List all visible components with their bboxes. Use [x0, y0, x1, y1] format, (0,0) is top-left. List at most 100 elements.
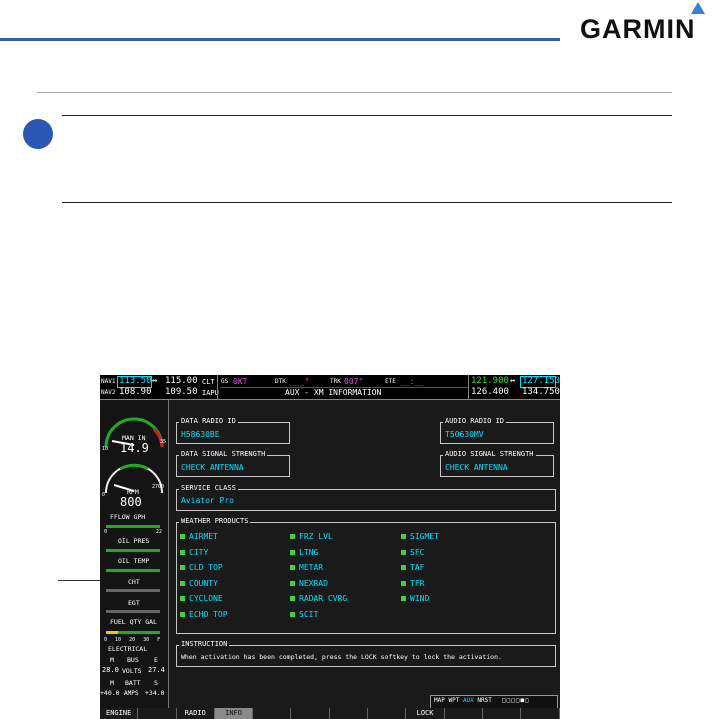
weather-product-item: CITY	[189, 547, 209, 557]
weather-product-item: SIGMET	[410, 532, 439, 541]
gs-label: GS	[221, 378, 229, 385]
instruction-text: When activation has been completed, pres…	[181, 653, 502, 661]
man-in-value: 14.9	[120, 441, 149, 455]
egt-label: EGT	[128, 599, 140, 607]
ete-value: __:__	[400, 377, 425, 386]
data-radio-id-label: DATA RADIO ID	[179, 417, 238, 425]
weather-product-item: CYCLONE	[189, 594, 223, 603]
nav2-label: NAV2	[101, 389, 116, 396]
weather-product-item: SFC	[410, 547, 425, 557]
weather-product-item: RADAR CVRG	[299, 594, 348, 603]
softkey-blank-9[interactable]	[444, 708, 483, 719]
weather-products-box	[176, 522, 556, 634]
batt-s: S	[154, 679, 158, 687]
weather-product-item: COUNTY	[189, 578, 218, 588]
weather-product-status-icon	[290, 596, 295, 601]
amps-m: +40.0	[100, 689, 120, 697]
oil-temp-label: OIL TEMP	[118, 557, 150, 565]
fflow-label: FFLOW GPH	[110, 513, 146, 521]
ete-label: ETE	[385, 378, 396, 385]
nav1-standby-freq: 115.00	[165, 376, 198, 386]
audio-radio-id: T50630MV	[445, 430, 484, 439]
nav2-standby-freq: 109.50	[165, 387, 198, 397]
nav1-swap-icon[interactable]: ↔	[152, 377, 157, 386]
divider	[217, 375, 218, 399]
cht-bar	[106, 589, 160, 592]
weather-product-item: CLD TOP	[189, 563, 223, 572]
nav1-label: NAV1	[101, 378, 116, 385]
divider	[468, 375, 469, 399]
weather-product-status-icon	[180, 534, 185, 539]
weather-product-item: METAR	[299, 563, 324, 572]
oil-temp-bar	[106, 569, 160, 572]
divider	[100, 399, 560, 400]
softkey-blank-1[interactable]	[138, 708, 177, 719]
note-bottom-rule	[62, 202, 672, 203]
weather-product-item: TFR	[410, 578, 425, 588]
weather-products-label: WEATHER PRODUCTS	[179, 517, 251, 525]
audio-signal: CHECK ANTENNA	[445, 463, 508, 472]
page-dots-icon: □□□□■□	[502, 697, 530, 704]
weather-product-item: ECHO TOP	[189, 609, 228, 619]
cht-label: CHT	[128, 578, 140, 586]
com1-active-freq: 121.900	[471, 376, 509, 386]
data-radio-id: H58630BE	[181, 430, 220, 439]
weather-product-item: WIND	[410, 594, 430, 603]
softkey-info[interactable]: INFO	[214, 708, 254, 719]
audio-radio-id-label: AUDIO RADIO ID	[443, 417, 507, 425]
weather-product-item: FRZ LVL	[299, 532, 333, 541]
rpm-max: 2700	[152, 484, 165, 490]
amps-s: +34.0	[145, 689, 165, 697]
weather-product-status-icon	[290, 565, 295, 570]
note-icon	[23, 119, 53, 149]
com1-swap-icon[interactable]: ↔	[510, 377, 515, 386]
softkey-engine[interactable]: ENGINE	[100, 708, 139, 719]
dtk-label: DTK	[275, 378, 286, 385]
com2-standby-freq: 134.750	[522, 387, 560, 397]
bus-m: M	[110, 656, 114, 664]
page-title: AUX - XM INFORMATION	[285, 388, 382, 397]
com2-active-freq: 126.400	[471, 387, 509, 397]
egt-bar	[106, 610, 160, 613]
data-signal-label: DATA SIGNAL STRENGTH	[179, 450, 268, 458]
page-group-items: MAP WPT AUX NRST	[434, 697, 492, 704]
com1-standby-freq: 127.150	[522, 376, 560, 386]
batt-label: BATT	[125, 679, 141, 687]
weather-product-status-icon	[401, 565, 406, 570]
oil-pres-bar	[106, 549, 160, 552]
man-in-max: 35	[160, 439, 167, 445]
garmin-logo: GARMIN	[580, 14, 696, 44]
gs-value: 0KT	[233, 377, 248, 386]
weather-product-status-icon	[180, 549, 185, 555]
rpm-min: 0	[102, 492, 106, 498]
softkey-lock[interactable]: LOCK	[406, 708, 445, 719]
data-signal: CHECK ANTENNA	[181, 463, 244, 472]
fflow-min: 0	[104, 529, 108, 535]
weather-product-status-icon	[401, 596, 406, 601]
volts-m: 28.0	[102, 666, 119, 674]
weather-product-status-icon	[290, 534, 295, 539]
note-top-rule	[62, 115, 672, 116]
bus-label: BUS	[127, 656, 139, 664]
nav2-active-freq: 108.90	[119, 387, 152, 397]
softkey-blank-7[interactable]	[368, 708, 407, 719]
triangle-icon	[691, 2, 705, 14]
softkey-blank-4[interactable]	[253, 708, 292, 719]
softkey-blank-11[interactable]	[521, 708, 560, 719]
softkey-blank-6[interactable]	[329, 708, 369, 719]
softkey-blank-10[interactable]	[483, 708, 522, 719]
weather-product-status-icon	[401, 580, 406, 586]
weather-product-status-icon	[180, 596, 185, 601]
nav1-active-freq: 113.50	[119, 376, 152, 386]
weather-product-status-icon	[290, 549, 295, 555]
volts-e: 27.4	[148, 666, 165, 674]
amps-label: AMPS	[124, 690, 139, 697]
header-rule	[0, 38, 560, 41]
rpm-value: 800	[120, 495, 142, 509]
fuel-bar	[118, 631, 160, 634]
softkey-radio[interactable]: RADIO	[176, 708, 215, 719]
weather-product-status-icon	[180, 565, 185, 570]
divider	[220, 387, 468, 388]
fflow-bar	[106, 525, 160, 528]
softkey-blank-5[interactable]	[291, 708, 330, 719]
